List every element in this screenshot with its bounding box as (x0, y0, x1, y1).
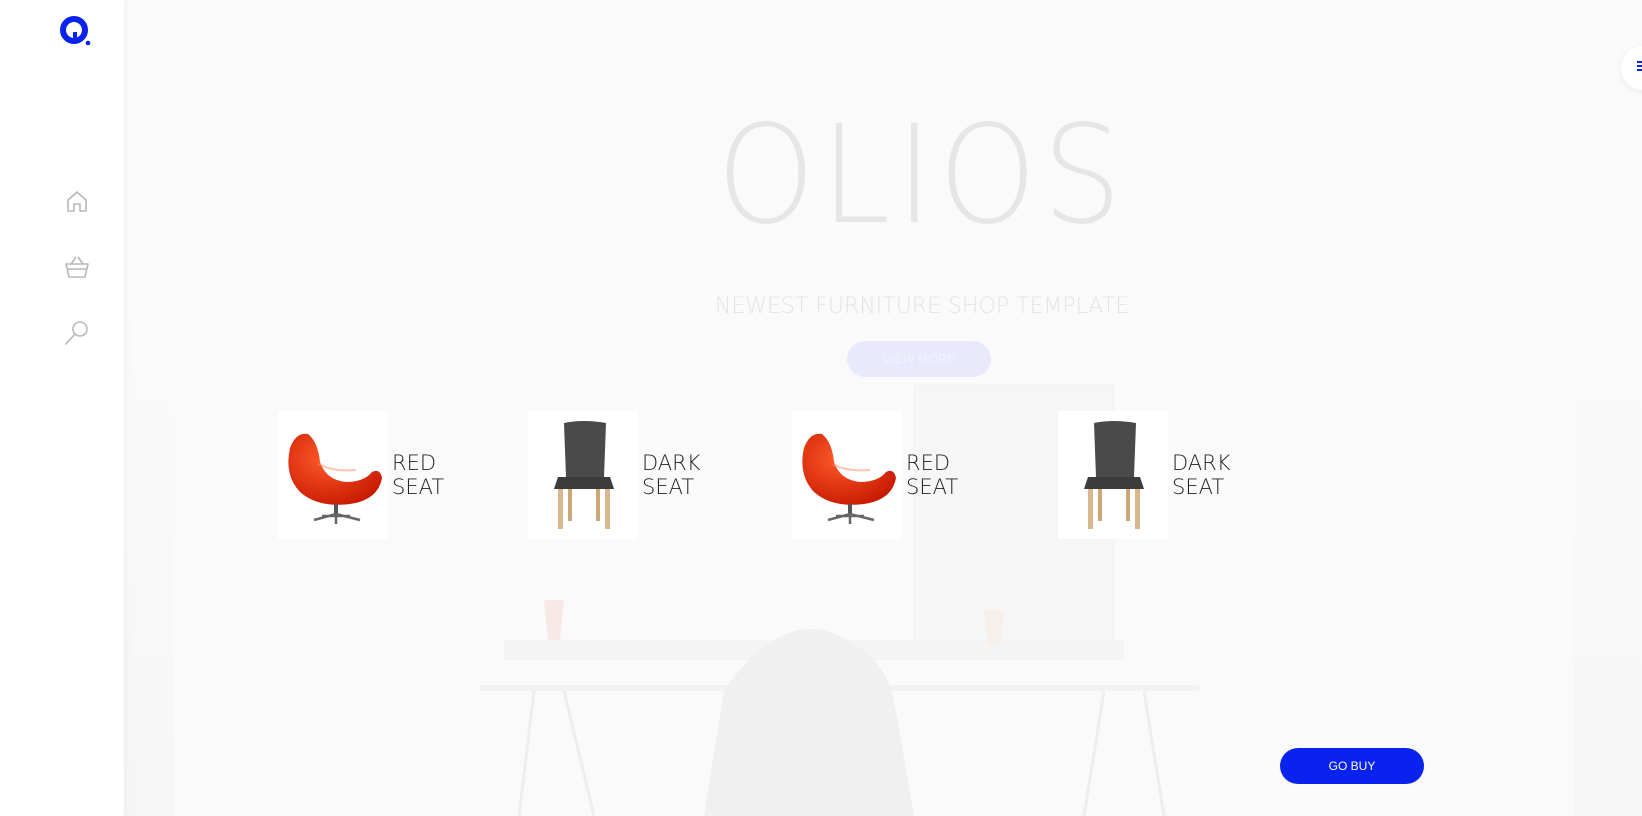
product-name[interactable]: DARK SEAT (1172, 451, 1247, 499)
go-buy-button[interactable]: GO BUY (1280, 748, 1424, 784)
red-egg-chair-image[interactable] (792, 411, 902, 539)
home-icon[interactable] (62, 186, 92, 216)
hero-subtitle: NEWEST FURNITURE SHOP TEMPLATE (714, 294, 1130, 319)
product-name[interactable]: DARK SEAT (642, 451, 717, 499)
search-icon[interactable] (62, 318, 92, 348)
view-more-button[interactable]: VIEW MORE (847, 341, 991, 377)
hero-section: OLIOS NEWEST FURNITURE SHOP TEMPLATE VIE… (124, 0, 1642, 816)
hero-title: OLIOS (716, 97, 1128, 255)
product-card[interactable]: DARK SEAT (528, 410, 717, 540)
hamburger-menu-icon (1636, 59, 1642, 77)
dark-dining-chair-image[interactable] (1058, 411, 1168, 539)
product-name[interactable]: RED SEAT (906, 451, 974, 499)
product-card[interactable]: RED SEAT (278, 410, 460, 540)
product-card[interactable]: DARK SEAT (1058, 410, 1247, 540)
sidebar (0, 0, 124, 816)
olios-logo-icon[interactable] (60, 16, 92, 48)
product-card[interactable]: RED SEAT (792, 410, 974, 540)
dark-dining-chair-image[interactable] (528, 411, 638, 539)
basket-icon[interactable] (62, 252, 92, 282)
product-name[interactable]: RED SEAT (392, 451, 460, 499)
red-egg-chair-image[interactable] (278, 411, 388, 539)
